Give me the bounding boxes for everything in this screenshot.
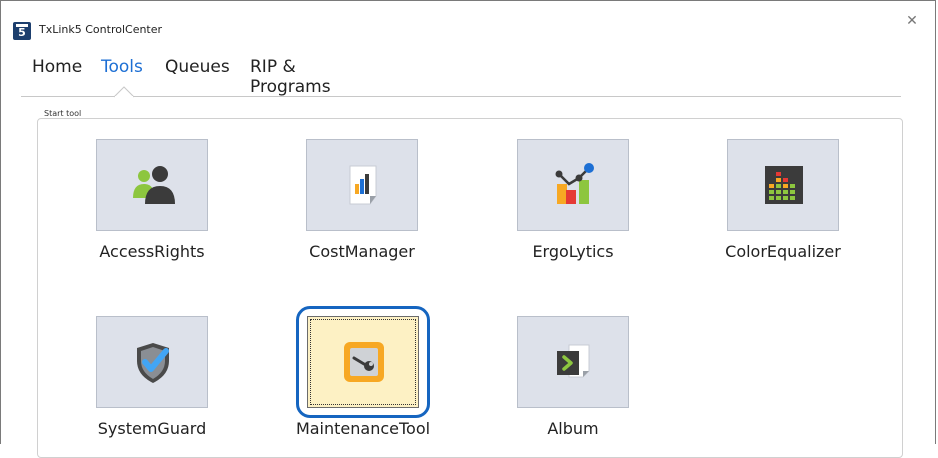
tool-label-accessrights: AccessRights xyxy=(99,242,205,261)
tool-label-costmanager: CostManager xyxy=(309,242,415,261)
tool-label-ergolytics: ErgoLytics xyxy=(532,242,614,261)
close-icon: ✕ xyxy=(906,13,918,29)
tool-label-systemguard: SystemGuard xyxy=(97,419,207,438)
shield-check-icon xyxy=(137,343,169,383)
tool-costmanager-button[interactable] xyxy=(306,139,418,231)
menu-divider xyxy=(21,96,901,97)
menu-item-queues[interactable]: Queues xyxy=(165,57,230,77)
tool-album-button[interactable] xyxy=(517,316,629,408)
wrench-icon xyxy=(344,342,384,382)
app-logo-icon: 5 xyxy=(13,22,31,40)
close-button[interactable]: ✕ xyxy=(901,11,923,31)
tool-label-colorequalizer: ColorEqualizer xyxy=(725,242,841,261)
window-title: TxLink5 ControlCenter xyxy=(39,23,163,36)
tool-maintenancetool-button[interactable] xyxy=(307,316,419,408)
tool-colorequalizer-button[interactable] xyxy=(727,139,839,231)
active-tab-indicator xyxy=(114,86,135,98)
title-bar: 5 TxLink5 ControlCenter ✕ xyxy=(1,1,935,45)
tool-accessrights-button[interactable] xyxy=(96,139,208,231)
app-window: 5 TxLink5 ControlCenter ✕ Home Tools Que… xyxy=(0,0,936,458)
menu-item-home[interactable]: Home xyxy=(32,57,82,77)
tool-label-album: Album xyxy=(547,419,599,438)
tool-ergolytics-button[interactable] xyxy=(517,139,629,231)
tool-systemguard-button[interactable] xyxy=(96,316,208,408)
group-label: Start tool xyxy=(41,109,85,118)
analytics-chart-icon xyxy=(555,163,594,204)
equalizer-icon xyxy=(765,166,803,204)
menu-item-tools[interactable]: Tools xyxy=(101,57,143,77)
tool-label-maintenancetool: MaintenanceTool xyxy=(295,419,431,438)
bar-document-icon xyxy=(349,165,377,205)
users-icon xyxy=(133,166,175,204)
album-document-icon xyxy=(557,344,590,378)
menu-item-rip-programs[interactable]: RIP & Programs xyxy=(250,57,331,97)
